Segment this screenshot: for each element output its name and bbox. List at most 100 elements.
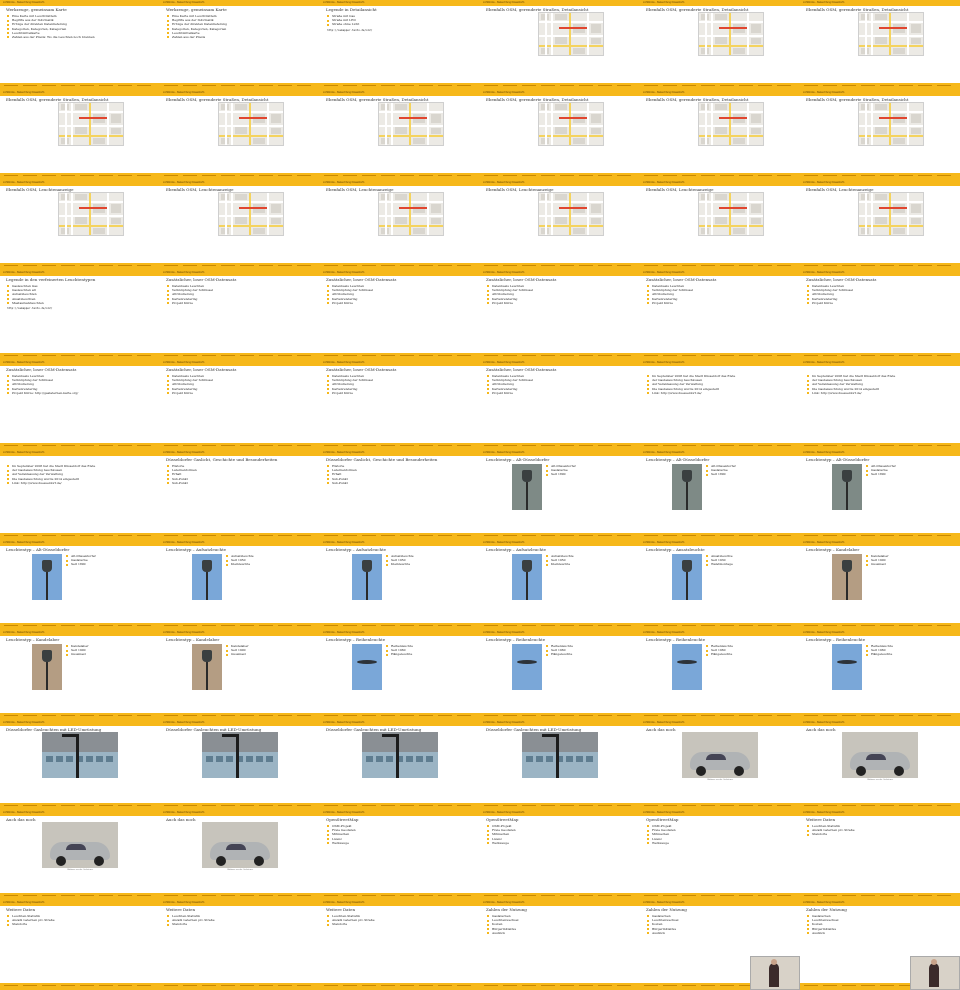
slide-thumbnail[interactable]: Lichtblicke – Beleuchtung Düsseldorfs Ebe… [800,180,960,270]
slide-thumbnail[interactable]: Lichtblicke – Beleuchtung Düsseldorfs Ebe… [0,180,160,270]
slide-title: Zusätzlicher, loser OSM-Datensatz [486,277,557,282]
slide-thumbnail[interactable]: Lichtblicke – Beleuchtung Düsseldorfs Leu… [800,540,960,630]
slide-thumbnail[interactable]: Lichtblicke – Beleuchtung Düsseldorfs Wer… [0,0,160,90]
slide-thumbnail[interactable]: Lichtblicke – Beleuchtung Düsseldorfs Zus… [480,360,640,450]
slide-thumbnail[interactable]: Lichtblicke – Beleuchtung Düsseldorfs Leu… [160,540,320,630]
slide-thumbnail[interactable]: Lichtblicke – Beleuchtung Düsseldorfs Leu… [640,450,800,540]
slide-thumbnail[interactable]: Lichtblicke – Beleuchtung Düsseldorfs Auc… [0,810,160,900]
slide-thumbnail[interactable]: Lichtblicke – Beleuchtung Düsseldorfs Ebe… [320,180,480,270]
slide-thumbnail[interactable]: Lichtblicke – Beleuchtung Düsseldorfs Zus… [320,270,480,360]
slide-thumbnail[interactable]: Lichtblicke – Beleuchtung Düsseldorfs Ebe… [320,90,480,180]
slide-thumbnail[interactable]: Lichtblicke – Beleuchtung Düsseldorfs Wei… [160,900,320,990]
slide-thumbnail[interactable]: Lichtblicke – Beleuchtung Düsseldorfs Düs… [480,720,640,810]
slide-thumbnail[interactable]: Lichtblicke – Beleuchtung Düsseldorfs Ebe… [480,90,640,180]
footer-nav-cell [381,84,395,89]
footer-nav-cell [202,984,216,989]
slide-thumbnail[interactable]: Lichtblicke – Beleuchtung Düsseldorfs Zah… [800,900,960,990]
slide-thumbnail[interactable]: Lichtblicke – Beleuchtung Düsseldorfs Leu… [0,630,160,720]
slide-thumbnail[interactable]: Lichtblicke – Beleuchtung Düsseldorfs Ebe… [480,180,640,270]
footer-nav-cell [99,714,113,719]
slide-thumbnail[interactable]: Lichtblicke – Beleuchtung Düsseldorfs Zah… [480,900,640,990]
slide-thumbnail[interactable]: Lichtblicke – Beleuchtung Düsseldorfs Im … [640,360,800,450]
slide-thumbnail[interactable]: Lichtblicke – Beleuchtung Düsseldorfs Wei… [320,900,480,990]
footer-nav-cell [80,534,94,539]
slide-thumbnail[interactable]: Lichtblicke – Beleuchtung Düsseldorfs Leu… [320,540,480,630]
footer-nav-cell [644,984,658,989]
slide-thumbnail[interactable]: Lichtblicke – Beleuchtung Düsseldorfs Leu… [640,540,800,630]
slide-contact-sheet: Lichtblicke – Beleuchtung Düsseldorfs Wer… [0,0,960,990]
footer-nav-cell [438,624,452,629]
slide-thumbnail[interactable]: Lichtblicke – Beleuchtung Düsseldorfs Leu… [480,540,640,630]
footer-nav-cell [598,444,612,449]
slide-thumbnail[interactable]: Lichtblicke – Beleuchtung Düsseldorfs Leg… [320,0,480,90]
slide-thumbnail[interactable]: Lichtblicke – Beleuchtung Düsseldorfs Düs… [0,720,160,810]
slide-thumbnail[interactable]: Lichtblicke – Beleuchtung Düsseldorfs Ebe… [160,90,320,180]
slide-thumbnail[interactable]: Lichtblicke – Beleuchtung Düsseldorfs Auc… [160,810,320,900]
slide-thumbnail[interactable]: Lichtblicke – Beleuchtung Düsseldorfs Düs… [160,720,320,810]
slide-thumbnail[interactable]: Lichtblicke – Beleuchtung Düsseldorfs Leg… [0,270,160,360]
slide-thumbnail[interactable]: Lichtblicke – Beleuchtung Düsseldorfs Düs… [160,450,320,540]
slide-thumbnail[interactable]: Lichtblicke – Beleuchtung Düsseldorfs Zus… [160,270,320,360]
slide-thumbnail[interactable]: Lichtblicke – Beleuchtung Düsseldorfs Ebe… [640,180,800,270]
footer-nav-cell [42,84,56,89]
slide-thumbnail[interactable]: Lichtblicke – Beleuchtung Düsseldorfs Ebe… [640,0,800,90]
footer-nav-cell [297,444,311,449]
slide-thumbnail[interactable]: Lichtblicke – Beleuchtung Düsseldorfs Ope… [640,810,800,900]
slide-thumbnail[interactable]: Lichtblicke – Beleuchtung Düsseldorfs Im … [0,450,160,540]
map-block [93,204,105,213]
slide-link[interactable]: http://osmapper.tanto.de/ol2/ [327,29,475,33]
map-block [733,138,745,144]
map-block [733,48,745,54]
slide-thumbnail[interactable]: Lichtblicke – Beleuchtung Düsseldorfs Zus… [160,360,320,450]
map-block [751,114,761,123]
slide-thumbnail[interactable]: Lichtblicke – Beleuchtung Düsseldorfs Zus… [640,270,800,360]
slide-thumbnail[interactable]: Lichtblicke – Beleuchtung Düsseldorfs Ebe… [160,180,320,270]
footer-nav-cell [23,534,37,539]
slide-thumbnail[interactable]: Lichtblicke – Beleuchtung Düsseldorfs Ebe… [800,90,960,180]
slide-thumbnail[interactable]: Lichtblicke – Beleuchtung Düsseldorfs Leu… [800,450,960,540]
map-road [719,27,747,29]
slide-thumbnail[interactable]: Lichtblicke – Beleuchtung Düsseldorfs Leu… [0,540,160,630]
slide-thumbnail[interactable]: Lichtblicke – Beleuchtung Düsseldorfs Ebe… [480,0,640,90]
car-wheel [894,766,904,776]
slide-thumbnail[interactable]: Lichtblicke – Beleuchtung Düsseldorfs Leu… [800,630,960,720]
footer-nav-cell [240,984,254,989]
slide-thumbnail[interactable]: Lichtblicke – Beleuchtung Düsseldorfs Zus… [480,270,640,360]
slide-thumbnail[interactable]: Lichtblicke – Beleuchtung Düsseldorfs Leu… [160,630,320,720]
slide-thumbnail[interactable]: Lichtblicke – Beleuchtung Düsseldorfs Zus… [800,270,960,360]
slide-thumbnail[interactable]: Lichtblicke – Beleuchtung Düsseldorfs Leu… [640,630,800,720]
footer-nav-cell [419,984,433,989]
slide-footer-bar [0,173,160,180]
map-block [715,37,727,44]
slide-thumbnail[interactable]: Lichtblicke – Beleuchtung Düsseldorfs Leu… [480,630,640,720]
footer-nav-cell [484,534,498,539]
slide-thumbnail[interactable]: Lichtblicke – Beleuchtung Düsseldorfs Zah… [640,900,800,990]
footer-nav-cell [663,714,677,719]
slide-thumbnail[interactable]: Lichtblicke – Beleuchtung Düsseldorfs Leu… [480,450,640,540]
slide-thumbnail[interactable]: Lichtblicke – Beleuchtung Düsseldorfs Wer… [160,0,320,90]
slide-thumbnail[interactable]: Lichtblicke – Beleuchtung Düsseldorfs Auc… [640,720,800,810]
slide-thumbnail[interactable]: Lichtblicke – Beleuchtung Düsseldorfs Zus… [0,360,160,450]
lamp-photo [512,464,542,510]
slide-link[interactable]: http://osmapper.tanto.de/ol2/ [7,307,155,311]
slide-thumbnail[interactable]: Lichtblicke – Beleuchtung Düsseldorfs Wei… [800,810,960,900]
slide-thumbnail[interactable]: Lichtblicke – Beleuchtung Düsseldorfs Zus… [320,360,480,450]
footer-nav-cell [777,174,791,179]
slide-thumbnail[interactable]: Lichtblicke – Beleuchtung Düsseldorfs Ebe… [640,90,800,180]
slide-thumbnail[interactable]: Lichtblicke – Beleuchtung Düsseldorfs Ope… [480,810,640,900]
slide-thumbnail[interactable]: Lichtblicke – Beleuchtung Düsseldorfs Ebe… [0,90,160,180]
slide-footer-bar [160,353,320,360]
footer-nav-cell [918,444,932,449]
slide-thumbnail[interactable]: Lichtblicke – Beleuchtung Düsseldorfs Im … [800,360,960,450]
slide-thumbnail[interactable]: Lichtblicke – Beleuchtung Düsseldorfs Düs… [320,720,480,810]
footer-nav-cell [579,624,593,629]
slide-thumbnail[interactable]: Lichtblicke – Beleuchtung Düsseldorfs Wei… [0,900,160,990]
slide-thumbnail[interactable]: Lichtblicke – Beleuchtung Düsseldorfs Ebe… [800,0,960,90]
slide-thumbnail[interactable]: Lichtblicke – Beleuchtung Düsseldorfs Düs… [320,450,480,540]
slide-body: Ansatzleuchte Seit 1930 Wandmontage [706,554,794,567]
slide-thumbnail[interactable]: Lichtblicke – Beleuchtung Düsseldorfs Auc… [800,720,960,810]
street-lamp-pole [396,734,399,778]
slide-thumbnail[interactable]: Lichtblicke – Beleuchtung Düsseldorfs Leu… [320,630,480,720]
slide-header-bar: Lichtblicke – Beleuchtung Düsseldorfs [480,360,640,366]
slide-thumbnail[interactable]: Lichtblicke – Beleuchtung Düsseldorfs Ope… [320,810,480,900]
